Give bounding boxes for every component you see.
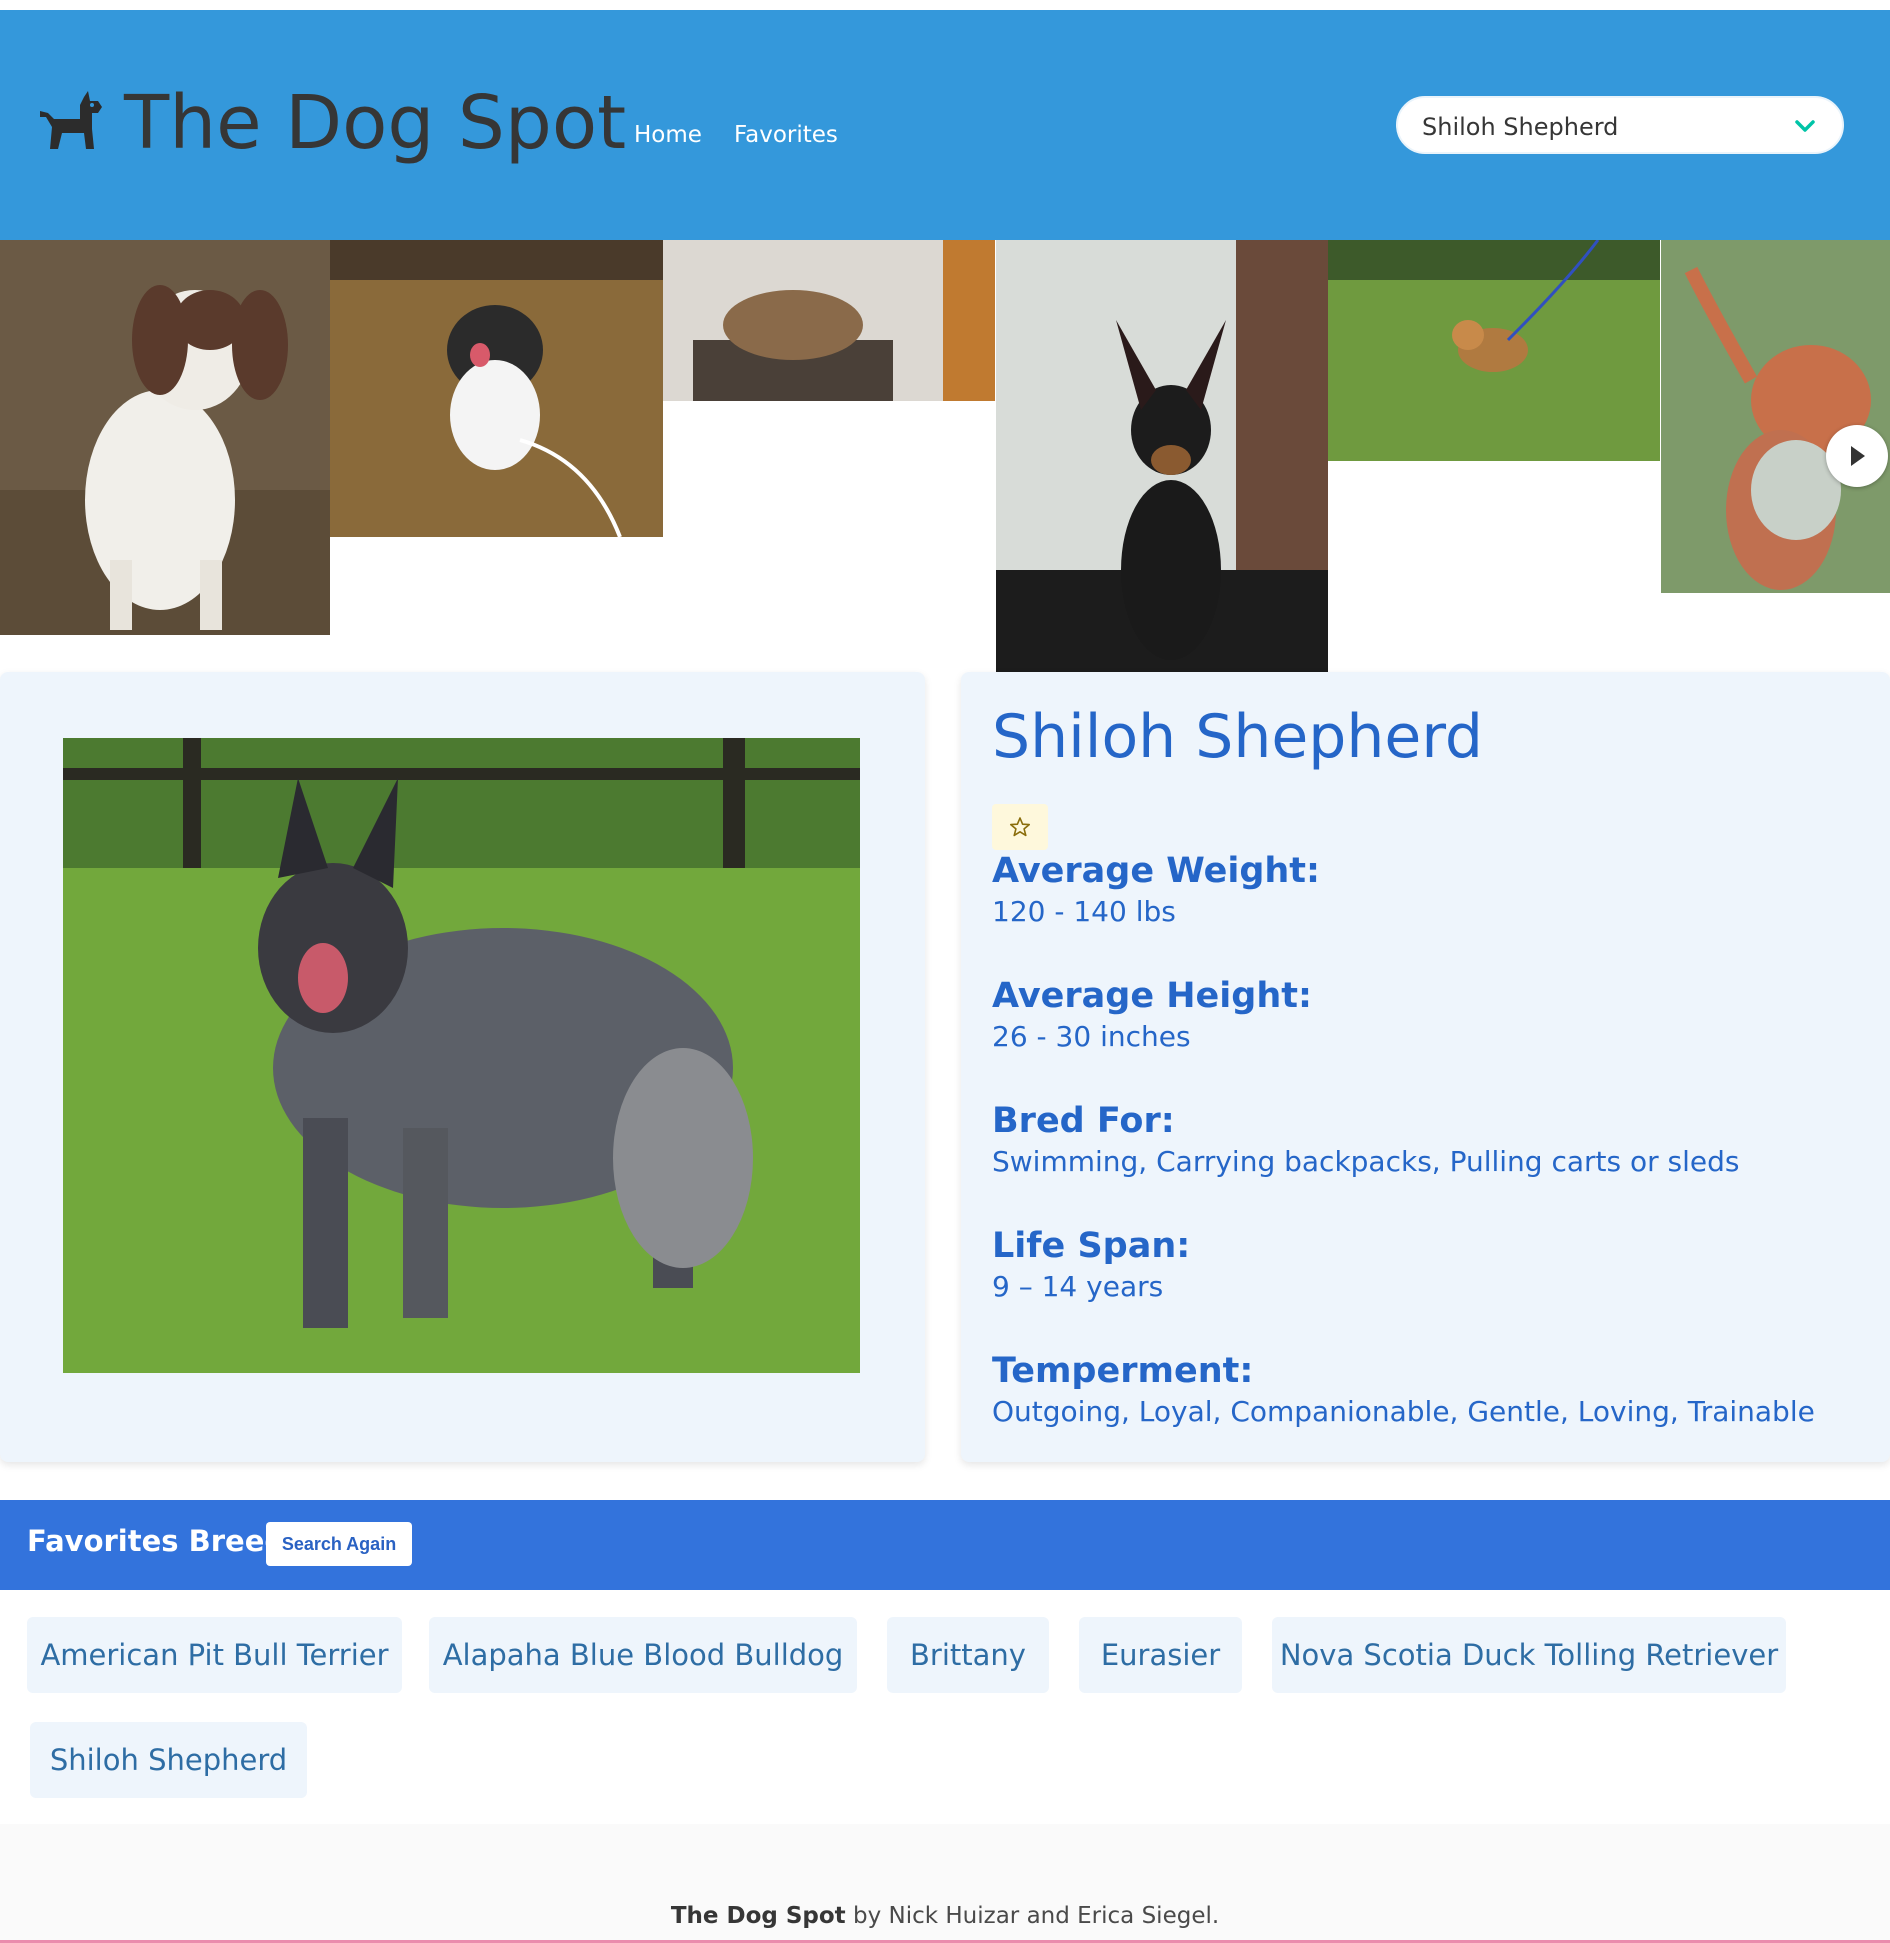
detail-bred-for: Bred For: Swimming, Carrying backpacks, …	[992, 1100, 1740, 1182]
carousel-slide[interactable]	[0, 240, 330, 635]
breed-photo	[63, 738, 860, 1373]
favorite-button[interactable]	[992, 804, 1048, 850]
breed-name: Shiloh Shepherd	[992, 702, 1484, 772]
navbar: The Dog Spot Home Favorites Shiloh Sheph…	[0, 10, 1890, 240]
carousel-slide[interactable]	[1661, 240, 1890, 593]
carousel-next-button[interactable]	[1826, 425, 1888, 487]
dog-photo-1	[0, 240, 330, 635]
dog-photo-6	[1661, 240, 1890, 593]
carousel-slide[interactable]	[1328, 240, 1660, 461]
footer-authors: by Nick Huizar and Erica Siegel.	[845, 1903, 1220, 1929]
detail-value: 9 – 14 years	[992, 1270, 1164, 1303]
breed-info-card: Shiloh Shepherd Average Weight: 120 - 14…	[961, 672, 1890, 1462]
breed-image-card	[0, 672, 925, 1462]
favorite-breed-chip[interactable]: American Pit Bull Terrier	[27, 1617, 402, 1693]
favorites-list: American Pit Bull Terrier Alapaha Blue B…	[0, 1590, 1890, 1824]
detail-value: Outgoing, Loyal, Companionable, Gentle, …	[992, 1395, 1815, 1428]
detail-label: Temperment:	[992, 1351, 1254, 1391]
shepherd-photo	[63, 738, 860, 1373]
dog-photo-2	[330, 240, 663, 537]
nav-favorites-link[interactable]: Favorites	[734, 122, 838, 148]
footer: The Dog Spot by Nick Huizar and Erica Si…	[0, 1824, 1890, 1943]
dog-photo-3	[663, 240, 995, 401]
favorites-header: Favorites Breeds Search Again	[0, 1500, 1890, 1590]
carousel-slide[interactable]	[663, 240, 995, 401]
star-outline-icon	[1010, 817, 1030, 837]
detail-label: Bred For:	[992, 1101, 1175, 1141]
carousel-slide[interactable]	[330, 240, 663, 537]
detail-weight: Average Weight: 120 - 140 lbs	[992, 850, 1320, 932]
dog-photo-carousel[interactable]	[0, 240, 1890, 672]
dog-photo-4	[996, 240, 1328, 672]
brand-title: The Dog Spot	[124, 80, 627, 166]
footer-site-name: The Dog Spot	[670, 1903, 846, 1929]
detail-label: Average Weight:	[992, 851, 1321, 891]
favorites-title: Favorites Breeds	[27, 1524, 303, 1558]
nav-home-link[interactable]: Home	[634, 122, 702, 148]
dog-icon	[40, 91, 102, 149]
detail-value: 120 - 140 lbs	[992, 895, 1176, 928]
detail-life-span: Life Span: 9 – 14 years	[992, 1225, 1190, 1307]
play-right-icon	[1851, 446, 1865, 466]
dog-photo-5	[1328, 240, 1660, 461]
favorite-breed-chip[interactable]: Shiloh Shepherd	[30, 1722, 307, 1798]
breed-select-value: Shiloh Shepherd	[1422, 113, 1619, 141]
search-again-button[interactable]: Search Again	[266, 1522, 412, 1566]
breed-select[interactable]: Shiloh Shepherd	[1396, 96, 1844, 154]
detail-label: Average Height:	[992, 976, 1312, 1016]
favorite-breed-chip[interactable]: Alapaha Blue Blood Bulldog	[429, 1617, 857, 1693]
detail-value: 26 - 30 inches	[992, 1020, 1191, 1053]
footer-credit: The Dog Spot by Nick Huizar and Erica Si…	[0, 1903, 1890, 1929]
detail-height: Average Height: 26 - 30 inches	[992, 975, 1312, 1057]
chevron-down-icon	[1795, 120, 1815, 132]
detail-label: Life Span:	[992, 1226, 1191, 1266]
favorite-breed-chip[interactable]: Brittany	[887, 1617, 1049, 1693]
top-border	[0, 0, 1890, 10]
favorite-breed-chip[interactable]: Nova Scotia Duck Tolling Retriever	[1272, 1617, 1786, 1693]
favorite-breed-chip[interactable]: Eurasier	[1079, 1617, 1242, 1693]
detail-value: Swimming, Carrying backpacks, Pulling ca…	[992, 1145, 1740, 1178]
detail-temperament: Temperment: Outgoing, Loyal, Companionab…	[992, 1350, 1815, 1432]
brand[interactable]: The Dog Spot	[36, 80, 626, 166]
carousel-slide[interactable]	[996, 240, 1328, 672]
